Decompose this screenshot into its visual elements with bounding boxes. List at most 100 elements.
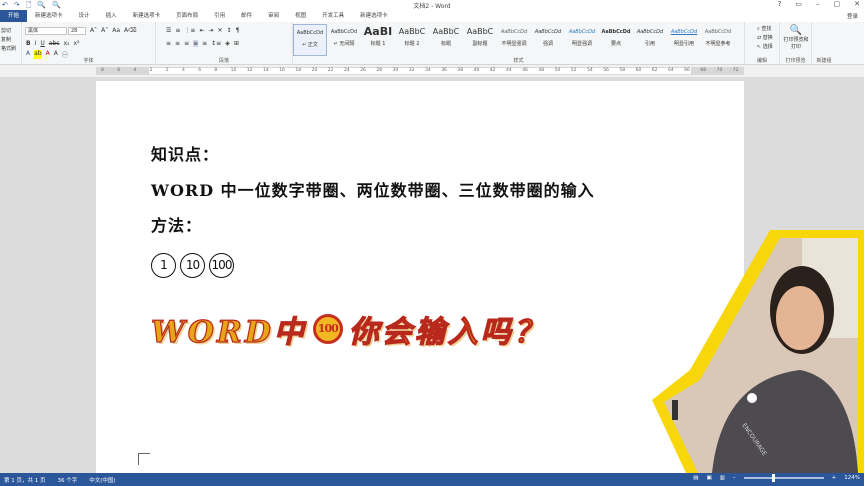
font-name-select[interactable]: 黑体: [25, 27, 67, 35]
align-left-icon[interactable]: ≡: [166, 40, 171, 47]
multilevel-icon[interactable]: ⋮≡: [184, 27, 195, 34]
shading-icon[interactable]: ◈: [225, 40, 230, 47]
subscript-icon[interactable]: x₂: [64, 40, 70, 47]
ribbon-display-icon[interactable]: ▭: [795, 0, 802, 8]
language-indicator[interactable]: 中文(中国): [89, 476, 115, 484]
ruler-tick-label: 36: [441, 68, 447, 73]
tab-insert[interactable]: 插入: [98, 10, 125, 22]
style-item[interactable]: AaBbCcDd ↵ 正文: [293, 24, 327, 56]
ribbon-tabs: 开始 新建选项卡 设计 插入 新建选项卡 页面布局 引用 邮件 审阅 视图 开发…: [0, 10, 864, 22]
zoom-slider-knob[interactable]: [771, 474, 775, 482]
justify-icon[interactable]: ≡: [193, 40, 199, 47]
underline-icon[interactable]: U: [40, 40, 44, 47]
shrink-font-icon[interactable]: A˅: [101, 27, 108, 34]
format-painter-button[interactable]: 格式刷: [1, 45, 16, 54]
paragraph-group-label: 段落: [218, 58, 229, 64]
tab-view[interactable]: 视图: [287, 10, 314, 22]
italic-icon[interactable]: I: [35, 40, 37, 47]
ruler-tick-label: 40: [473, 68, 480, 73]
increase-indent-icon[interactable]: ⇥: [208, 27, 213, 34]
tab-design[interactable]: 设计: [71, 10, 98, 22]
bold-icon[interactable]: B: [26, 40, 31, 47]
style-item[interactable]: AaBbCcDd 明显强调: [565, 24, 599, 56]
style-item[interactable]: AaBbC 标题: [429, 24, 463, 56]
replace-button[interactable]: ⇄ 替换: [757, 34, 773, 43]
show-marks-icon[interactable]: ¶: [236, 27, 240, 34]
zoom-level[interactable]: 124%: [844, 475, 860, 481]
document-page[interactable]: 知识点： WORD 中一位数字带圈、两位数带圈、三位数带圈的输入 方法： 1 1…: [96, 81, 744, 473]
style-item[interactable]: AaBbC 标题 2: [395, 24, 429, 56]
borders-icon[interactable]: ⊞: [234, 40, 239, 47]
clear-format-icon[interactable]: A⌫: [124, 27, 137, 34]
select-button[interactable]: ↖ 选择: [757, 43, 773, 52]
copy-button[interactable]: 复制: [1, 36, 16, 45]
change-case-icon[interactable]: Aa: [112, 27, 120, 34]
tab-new-2[interactable]: 新建选项卡: [125, 10, 169, 22]
circled-number-10: 10: [180, 253, 205, 278]
read-mode-icon[interactable]: ▤: [693, 475, 698, 481]
ruler-left-margin: [97, 68, 149, 74]
style-item[interactable]: AaBbCcDd 明显引用: [667, 24, 701, 56]
login-link[interactable]: 登录: [847, 12, 858, 20]
close-button[interactable]: ✕: [854, 0, 860, 8]
zoom-in-button[interactable]: +: [832, 475, 837, 481]
maximize-button[interactable]: ▢: [834, 0, 841, 8]
decrease-indent-icon[interactable]: ⇤: [199, 27, 204, 34]
superscript-icon[interactable]: x²: [74, 40, 80, 47]
find-button[interactable]: ⌕ 查找: [757, 25, 773, 34]
style-item[interactable]: AaBbCcDd 强调: [531, 24, 565, 56]
banner-text-pre: WORD中: [150, 314, 307, 350]
minimize-button[interactable]: –: [816, 0, 820, 8]
font-size-select[interactable]: 28: [68, 27, 86, 35]
editing-items: ⌕ 查找 ⇄ 替换 ↖ 选择: [757, 25, 773, 52]
bullets-icon[interactable]: ☰: [166, 27, 171, 34]
align-center-icon[interactable]: ≡: [175, 40, 180, 47]
sort-icon[interactable]: ↕: [227, 27, 232, 34]
tab-references[interactable]: 引用: [206, 10, 233, 22]
status-bar: 第 1 页，共 1 页 36 个字 中文(中国) ▤ ▣ ▥ – + 124%: [0, 473, 864, 486]
horizontal-ruler[interactable]: 8 6 4 2 2 4 6 8 10 12 14 16 18 20 22 24 26 28 30 32 34 36 38 40…: [96, 67, 744, 75]
style-item[interactable]: AaBI 标题 1: [361, 24, 395, 56]
word-count[interactable]: 36 个字: [58, 476, 78, 484]
help-icon[interactable]: ?: [778, 0, 782, 8]
zoom-slider[interactable]: [743, 474, 824, 482]
style-item[interactable]: AaBbC 副标题: [463, 24, 497, 56]
numbering-icon[interactable]: ≡: [175, 27, 180, 34]
style-item[interactable]: AaBbCcDd 不明显强调: [497, 24, 531, 56]
style-item[interactable]: AaBbCcDd 引用: [633, 24, 667, 56]
tab-new-3[interactable]: 新建选项卡: [352, 10, 396, 22]
ruler-tick-label: 6: [117, 68, 121, 73]
tab-home[interactable]: 开始: [0, 10, 28, 22]
align-right-icon[interactable]: ≡: [184, 40, 189, 47]
web-layout-icon[interactable]: ▥: [720, 475, 725, 481]
grow-font-icon[interactable]: A˄: [90, 27, 97, 34]
doc-line-method: 方法：: [151, 216, 203, 235]
chinese-layout-icon[interactable]: ✕: [218, 27, 223, 34]
style-item[interactable]: AaBbCcDd ↵ 无间隔: [327, 24, 361, 56]
distributed-icon[interactable]: ≡: [202, 40, 207, 47]
page-count[interactable]: 第 1 页，共 1 页: [4, 476, 46, 484]
ruler-tick-label: 62: [651, 68, 658, 73]
tab-mailings[interactable]: 邮件: [233, 10, 260, 22]
ruler-tick-label: 58: [619, 68, 626, 73]
tab-new-1[interactable]: 新建选项卡: [27, 10, 71, 22]
styles-group-label: 样式: [513, 58, 524, 64]
style-item[interactable]: AaBbCcDd 要点: [599, 24, 633, 56]
tab-layout[interactable]: 页面布局: [168, 10, 206, 22]
ruler-tick-label: 56: [603, 68, 609, 73]
paragraph-group: ☰ ≡ ⋮≡ ⇤ ⇥ ✕ ↕ ¶ ≡ ≡ ≡ ≡ ≡ ↕≡ ◈ ⊞ 段落: [156, 22, 293, 65]
cut-button[interactable]: 剪切: [1, 27, 16, 36]
ruler-tick-label: 60: [635, 68, 642, 73]
strikethrough-icon[interactable]: abc: [49, 40, 60, 47]
ruler-tick-label: 46: [522, 68, 528, 73]
presenter-image: ENCOURAGE: [652, 230, 864, 473]
ruler-tick-label: 54: [587, 68, 593, 73]
zoom-out-button[interactable]: –: [733, 475, 736, 481]
tab-developer[interactable]: 开发工具: [314, 10, 352, 22]
style-item[interactable]: AaBbCcDd 不明显参考: [701, 24, 735, 56]
line-spacing-icon[interactable]: ↕≡: [211, 40, 221, 47]
ruler-tick-label: 8: [214, 68, 218, 73]
print-preview-button[interactable]: 🔍 打印预览和打印: [782, 25, 810, 50]
tab-review[interactable]: 审阅: [260, 10, 287, 22]
print-layout-icon[interactable]: ▣: [707, 475, 712, 481]
